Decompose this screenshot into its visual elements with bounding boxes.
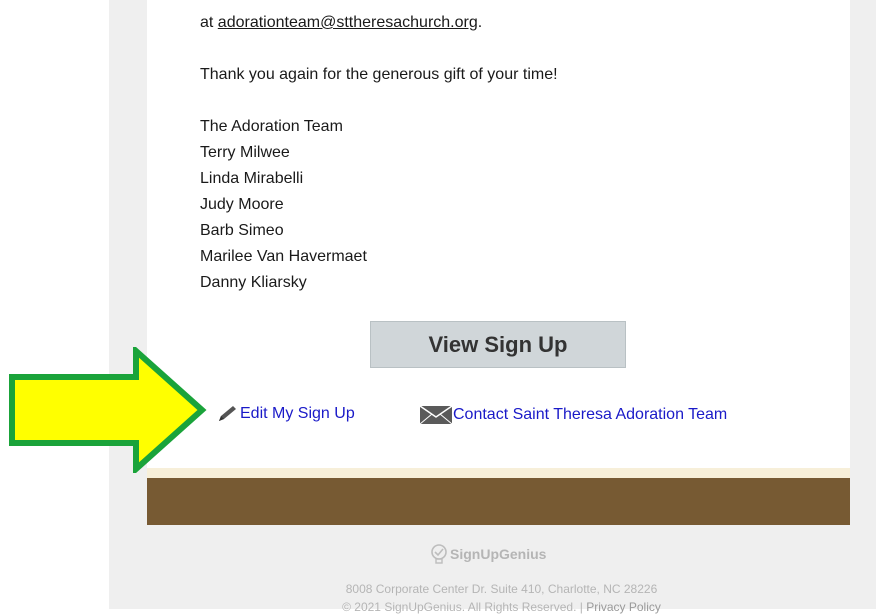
logo-text: SignUpGenius <box>450 546 547 562</box>
contact-line: at adorationteam@sttheresachurch.org. <box>200 13 482 33</box>
signature-line: Judy Moore <box>200 196 284 213</box>
signature-line: Marilee Van Havermaet <box>200 248 367 265</box>
contact-suffix: . <box>477 14 483 31</box>
edit-signup-link[interactable]: Edit My Sign Up <box>216 404 355 424</box>
contact-team-label: Contact Saint Theresa Adoration Team <box>453 406 728 423</box>
contact-email-link[interactable]: adorationteam@sttheresachurch.org <box>218 14 478 31</box>
signupgenius-logo[interactable]: SignUpGenius <box>428 543 546 565</box>
footer-copyright: © 2021 SignUpGenius. All Rights Reserved… <box>0 600 876 614</box>
signature-line: Linda Mirabelli <box>200 170 304 187</box>
privacy-policy-link[interactable]: Privacy Policy <box>586 600 661 614</box>
footer-address: 8008 Corporate Center Dr. Suite 410, Cha… <box>345 582 658 596</box>
signature-line: Terry Milwee <box>200 144 290 161</box>
cream-divider <box>147 468 850 478</box>
signature-line: Danny Kliarsky <box>200 274 307 291</box>
edit-signup-label: Edit My Sign Up <box>240 405 355 422</box>
lightbulb-icon <box>431 544 447 564</box>
copyright-text: © 2021 SignUpGenius. All Rights Reserved… <box>342 600 587 614</box>
arrow-annotation <box>9 347 207 473</box>
signature-line: The Adoration Team <box>200 118 343 135</box>
thank-you-text: Thank you again for the generous gift of… <box>200 66 558 83</box>
footer-bar <box>147 478 850 525</box>
envelope-icon <box>419 405 453 425</box>
signature-line: Barb Simeo <box>200 222 284 239</box>
view-signup-button[interactable]: View Sign Up <box>370 321 626 368</box>
pencil-icon <box>219 406 236 421</box>
contact-team-link[interactable]: Contact Saint Theresa Adoration Team <box>419 404 727 426</box>
contact-prefix: at <box>200 14 218 31</box>
